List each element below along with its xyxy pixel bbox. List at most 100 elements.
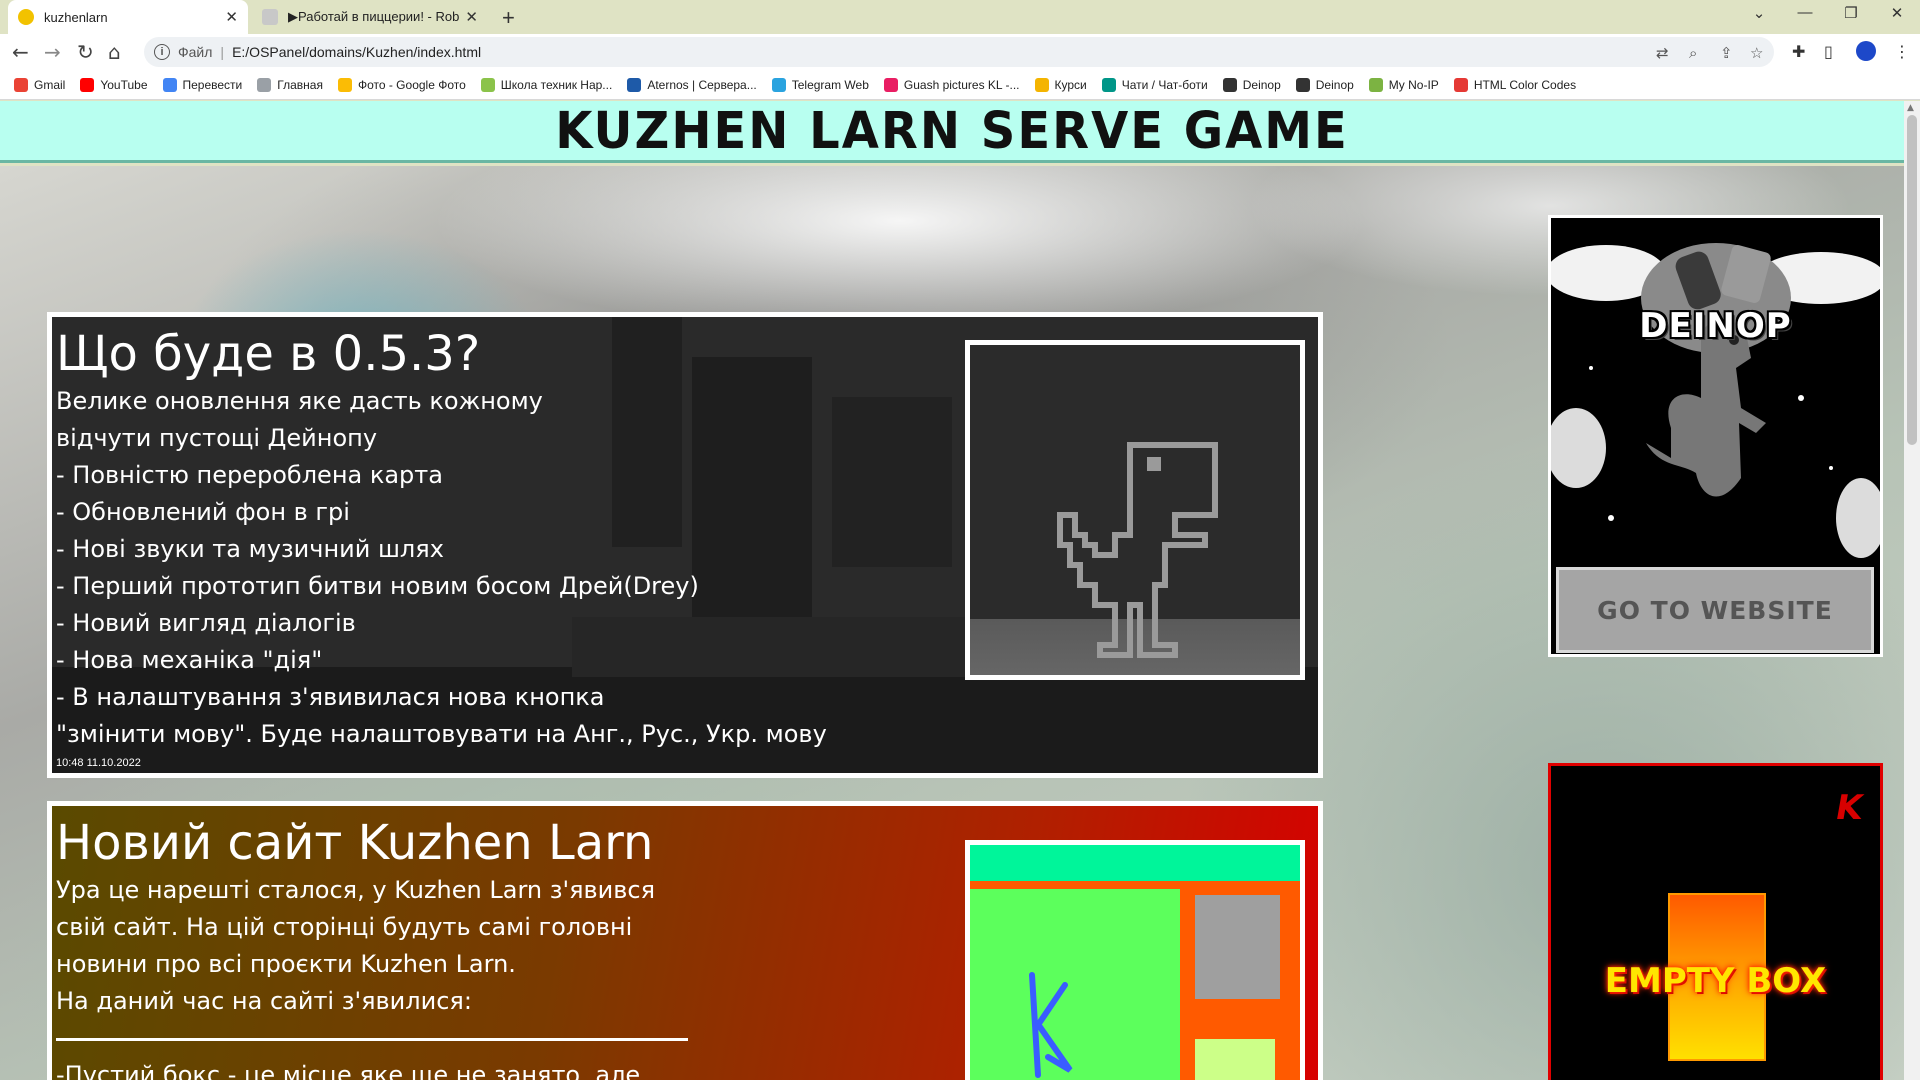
address-scheme: Файл [178, 44, 213, 60]
bookmark-label: HTML Color Codes [1473, 77, 1577, 92]
k-logo-icon [1029, 972, 1073, 1078]
tab-search-icon[interactable]: ⌄ [1736, 4, 1782, 22]
bookmark-item[interactable]: Telegram Web [771, 77, 869, 92]
bookmark-label: Guash pictures KL -... [903, 77, 1020, 92]
bookmark-item[interactable]: Deinop [1295, 77, 1354, 92]
close-tab-icon[interactable]: ✕ [225, 8, 238, 26]
preview-ad [1195, 1039, 1275, 1080]
bookmark-label: Главная [277, 77, 323, 92]
bookmark-label: Чати / Чат-боти [1121, 77, 1208, 92]
deinop-logo: DEINOP [1639, 306, 1792, 346]
page-scrollbar[interactable]: ▲ [1904, 101, 1920, 1080]
site-header: KUZHEN LARN SERVE GAME [0, 101, 1904, 163]
bookmark-item[interactable]: YouTube [80, 77, 148, 92]
tab-kuzhenlarn[interactable]: kuzhenlarn ✕ [8, 0, 248, 34]
share-icon[interactable]: ⇪ [1720, 44, 1733, 62]
preview-header [970, 845, 1300, 881]
bookmark-label: Школа техник Нар... [500, 77, 613, 92]
site-preview-image [965, 840, 1305, 1080]
bookmark-favicon-icon [337, 77, 352, 92]
go-to-website-button[interactable]: GO TO WEBSITE [1556, 567, 1874, 653]
bookmark-favicon-icon [80, 77, 95, 92]
bookmark-star-icon[interactable]: ☆ [1750, 44, 1763, 62]
bookmark-item[interactable]: Главная [257, 77, 323, 92]
page-favicon-icon [262, 9, 278, 25]
news-card: Що буде в 0.5.3? Велике оновлення яке да… [47, 312, 1323, 778]
address-url[interactable]: E:/OSPanel/domains/Kuzhen/index.html [232, 44, 481, 60]
preview-ad [1195, 895, 1280, 999]
empty-box-title: EMPTY BOX [1604, 961, 1827, 1001]
bookmark-favicon-icon [1453, 77, 1468, 92]
bookmark-item[interactable]: Gmail [14, 77, 66, 92]
bookmark-label: Курси [1054, 77, 1087, 92]
profile-avatar[interactable] [1856, 41, 1876, 61]
tab-title: ▶Работай в пиццерии! - Roblo [288, 9, 460, 24]
bookmark-item[interactable]: Школа техник Нар... [480, 77, 613, 92]
bookmark-favicon-icon [1368, 77, 1383, 92]
bookmark-favicon-icon [257, 77, 272, 92]
bookmark-item[interactable]: HTML Color Codes [1453, 77, 1577, 92]
restore-button[interactable]: ❐ [1828, 4, 1874, 22]
bookmark-favicon-icon [1222, 77, 1237, 92]
bookmark-favicon-icon [627, 77, 642, 92]
bookmark-label: My No-IP [1388, 77, 1439, 92]
close-window-button[interactable]: ✕ [1874, 4, 1920, 22]
tab-strip: kuzhenlarn ✕ ▶Работай в пиццерии! - Robl… [0, 0, 1920, 34]
tab-title: kuzhenlarn [44, 9, 108, 25]
bookmark-favicon-icon [480, 77, 495, 92]
bookmarks-bar: Gmail YouTube Перевести Главная Фото - Googl… [0, 70, 1920, 100]
site-info-icon[interactable]: i [154, 44, 170, 60]
pixel-dino-icon [1057, 442, 1218, 658]
site-title: KUZHEN LARN SERVE GAME [555, 101, 1349, 160]
bookmark-favicon-icon [1295, 77, 1310, 92]
bookmark-label: Deinop [1315, 77, 1354, 92]
minimize-button[interactable]: — [1782, 4, 1828, 21]
address-bar[interactable]: i Файл | E:/OSPanel/domains/Kuzhen/index… [144, 37, 1774, 67]
page-viewport: KUZHEN LARN SERVE GAME Що буде в 0.5.3? … [0, 101, 1904, 1080]
site-favicon-icon [18, 9, 34, 25]
home-button[interactable]: ⌂ [108, 40, 121, 64]
close-tab-icon[interactable]: ✕ [465, 8, 478, 26]
bookmark-favicon-icon [162, 77, 177, 92]
news-date: 10:48 11.10.2022 [56, 757, 141, 769]
bookmark-item[interactable]: Фото - Google Фото [337, 77, 466, 92]
reload-button[interactable]: ↻ [77, 40, 94, 64]
bookmark-label: Telegram Web [791, 77, 869, 92]
translate-icon[interactable]: ⇄ [1656, 44, 1669, 62]
bookmark-item[interactable]: Перевести [162, 77, 243, 92]
extensions-icon[interactable]: ✚ [1792, 42, 1805, 61]
bookmark-item[interactable]: Guash pictures KL -... [883, 77, 1020, 92]
address-separator: | [220, 44, 225, 60]
scrollbar-thumb[interactable] [1907, 115, 1917, 445]
forward-button[interactable]: → [44, 40, 61, 64]
new-tab-button[interactable]: + [502, 5, 515, 31]
bookmark-favicon-icon [1101, 77, 1116, 92]
bookmark-item[interactable]: Deinop [1222, 77, 1281, 92]
back-button[interactable]: ← [12, 40, 29, 64]
bookmark-item[interactable]: My No-IP [1368, 77, 1439, 92]
bookmark-item[interactable]: Aternos | Сервера... [627, 77, 757, 92]
deinop-ad[interactable]: DEINOP GO TO WEBSITE [1548, 215, 1883, 657]
bookmark-label: Фото - Google Фото [357, 77, 466, 92]
divider [56, 1038, 688, 1041]
side-panel-icon[interactable]: ▯ [1824, 42, 1833, 61]
news-line: "змінити мову". Буде налаштовувати на Ан… [56, 720, 827, 748]
bookmark-favicon-icon [771, 77, 786, 92]
bookmark-item[interactable]: Чати / Чат-боти [1101, 77, 1208, 92]
menu-icon[interactable]: ⋮ [1894, 42, 1910, 61]
tab-roblox[interactable]: ▶Работай в пиццерии! - Roblo ✕ [252, 0, 488, 34]
bookmark-label: Gmail [34, 77, 66, 92]
zoom-icon[interactable]: ⌕ [1689, 44, 1697, 62]
bookmark-label: Перевести [182, 77, 243, 92]
empty-box-ad: K EMPTY BOX [1548, 763, 1883, 1080]
bookmark-favicon-icon [14, 77, 28, 92]
news-line: - В налаштування з'явивилася нова кнопка [56, 683, 605, 711]
bookmark-label: Deinop [1242, 77, 1281, 92]
bookmark-favicon-icon [883, 77, 898, 92]
dino-game-image [965, 340, 1305, 680]
bookmark-item[interactable]: Курси [1034, 77, 1087, 92]
news-card: Новий сайт Kuzhen Larn Ура це нарешті ст… [47, 801, 1323, 1080]
bookmark-label: Aternos | Сервера... [647, 77, 757, 92]
scroll-up-icon[interactable]: ▲ [1907, 103, 1914, 113]
k-mark-icon: K [1832, 788, 1866, 828]
